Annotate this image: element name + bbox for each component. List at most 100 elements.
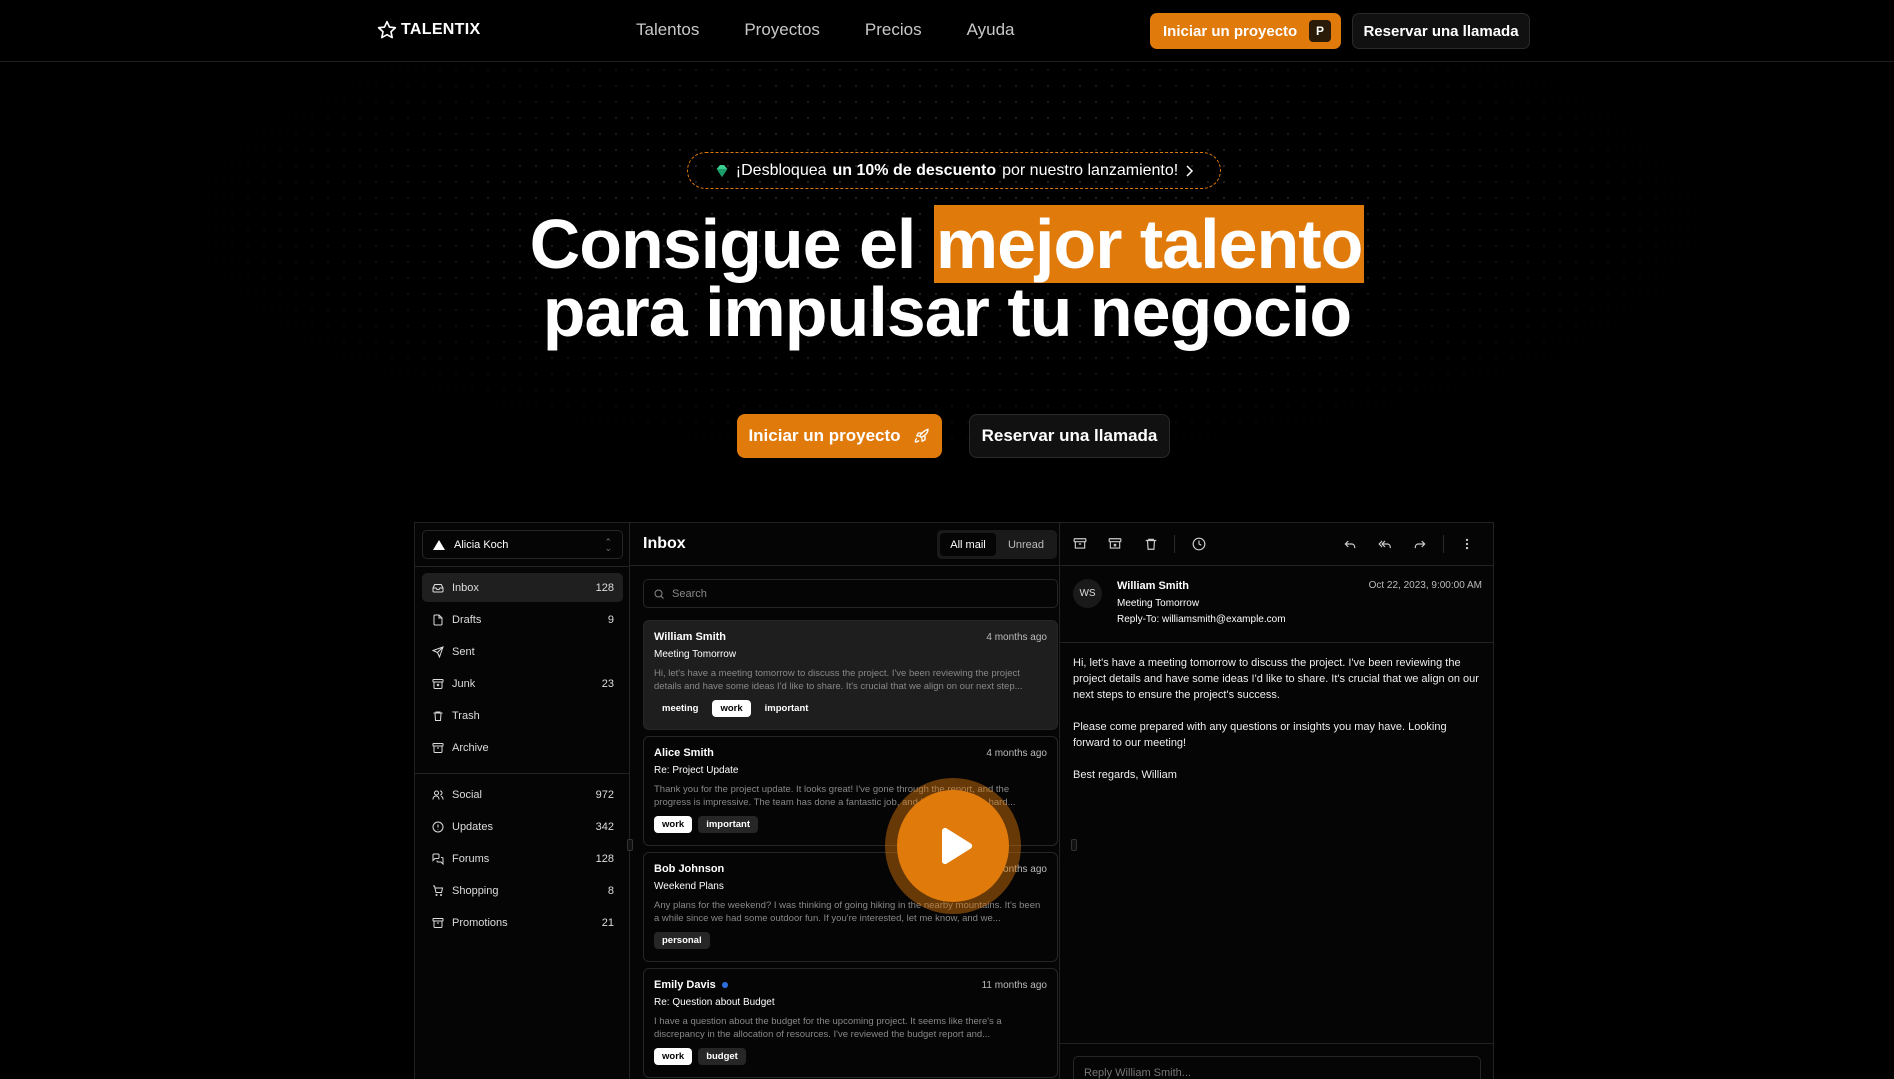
- mail-sender: Bob Johnson: [654, 863, 725, 875]
- start-project-button[interactable]: Iniciar un proyecto P: [1150, 13, 1341, 49]
- tab-unread[interactable]: Unread: [998, 533, 1054, 556]
- category-label: Forums: [452, 852, 490, 865]
- archive-icon: [432, 918, 444, 929]
- folder-count: 128: [595, 581, 614, 594]
- search-input[interactable]: Search: [643, 579, 1058, 608]
- sidebar-item-sent[interactable]: Sent: [422, 637, 623, 666]
- mail-time: 4 months ago: [986, 748, 1047, 759]
- reader-reply-to: Reply-To: williamsmith@example.com: [1117, 614, 1286, 625]
- vercel-logo-icon: [433, 539, 445, 550]
- archive-x-icon: [1108, 538, 1122, 549]
- sidebar-item-shopping[interactable]: Shopping 8: [422, 877, 623, 906]
- sidebar-item-trash[interactable]: Trash: [422, 702, 623, 731]
- divider: [1060, 1043, 1493, 1044]
- cart-icon: [433, 885, 444, 897]
- nav-link-precios[interactable]: Precios: [865, 20, 922, 40]
- reply-all-icon: [1378, 540, 1391, 549]
- start-project-label: Iniciar un proyecto: [1163, 22, 1298, 40]
- category-list: Social 972 Updates 342 Forums 128 Shoppi…: [422, 780, 623, 941]
- reply-button[interactable]: [1343, 537, 1357, 551]
- mail-tag: work: [654, 816, 693, 833]
- mail-snippet: I have a question about the budget for t…: [654, 1016, 1002, 1040]
- sidebar-item-social[interactable]: Social 972: [422, 780, 623, 809]
- hero-title: Consigue el mejor talento para impulsar …: [0, 205, 1894, 351]
- play-video-button[interactable]: [885, 778, 1021, 914]
- mail-tags: personal: [654, 932, 1047, 949]
- category-count: 21: [601, 917, 614, 930]
- folder-count: 23: [601, 678, 614, 691]
- toolbar-divider: [1174, 535, 1175, 553]
- reader-paragraph: Hi, let's have a meeting tomorrow to dis…: [1073, 657, 1479, 701]
- sidebar-item-forums[interactable]: Forums 128: [422, 844, 623, 873]
- mail-subject: Meeting Tomorrow: [654, 649, 737, 660]
- mail-subject: Re: Project Update: [654, 765, 739, 776]
- reader-date: Oct 22, 2023, 9:00:00 AM: [1368, 580, 1482, 591]
- tab-all-mail[interactable]: All mail: [940, 533, 996, 556]
- archive-icon: [1073, 538, 1087, 549]
- mail-snippet: Hi, let's have a meeting tomorrow to dis…: [654, 668, 1023, 692]
- folder-label: Junk: [452, 678, 476, 691]
- book-call-button[interactable]: Reservar una llamada: [1352, 13, 1530, 49]
- reply-icon: [1344, 540, 1356, 549]
- sidebar-item-drafts[interactable]: Drafts 9: [422, 605, 623, 634]
- reader-toolbar: [1060, 523, 1493, 566]
- hero-start-project-button[interactable]: Iniciar un proyecto: [737, 414, 942, 458]
- mail-tag: important: [764, 703, 809, 714]
- mail-sender: Emily Davis: [654, 979, 716, 991]
- hero-title-b: para impulsar tu negocio: [542, 273, 1352, 351]
- trash-icon: [1145, 538, 1157, 550]
- toolbar-divider: [1443, 535, 1444, 553]
- mail-filter-tabs: All mail Unread: [937, 530, 1057, 559]
- rocket-icon: [914, 428, 929, 443]
- nav-links: Talentos Proyectos Precios Ayuda: [636, 20, 1015, 40]
- sidebar-item-archive[interactable]: Archive: [422, 734, 623, 763]
- hero-title-a: Consigue el: [529, 205, 917, 283]
- nav-link-ayuda[interactable]: Ayuda: [967, 20, 1015, 40]
- mail-reader-panel: WS William Smith Meeting Tomorrow Reply-…: [1060, 523, 1493, 1079]
- logo[interactable]: TALENTIX: [377, 20, 480, 40]
- archive-x-icon: [432, 679, 444, 690]
- reader-sender-name: William Smith: [1117, 580, 1190, 592]
- search-icon: [654, 589, 664, 599]
- account-switcher[interactable]: Alicia Koch ⌃ ⌄: [422, 530, 623, 559]
- mail-tag: work: [712, 700, 751, 717]
- reader-body: Hi, let's have a meeting tomorrow to dis…: [1073, 655, 1483, 799]
- snooze-button[interactable]: [1192, 537, 1206, 551]
- category-label: Shopping: [452, 885, 499, 898]
- promo-banner[interactable]: ¡Desbloquea un 10% de descuento por nues…: [687, 152, 1221, 189]
- junk-button[interactable]: [1108, 537, 1122, 551]
- chevrons-up-down-icon: ⌃ ⌄: [604, 537, 612, 553]
- category-count: 128: [595, 852, 614, 865]
- reader-sender-header: WS William Smith Meeting Tomorrow Reply-…: [1060, 566, 1493, 643]
- more-button[interactable]: [1460, 537, 1474, 551]
- promo-text-post: por nuestro lanzamiento!: [1002, 161, 1179, 179]
- archive-button[interactable]: [1073, 537, 1087, 551]
- send-icon: [432, 646, 444, 658]
- sidebar-item-inbox[interactable]: Inbox 128: [422, 573, 623, 602]
- mail-list-item[interactable]: Emily Davis 11 months ago Re: Question a…: [643, 968, 1058, 1078]
- nav-link-talentos[interactable]: Talentos: [636, 20, 699, 40]
- mail-list-item[interactable]: William Smith 4 months ago Meeting Tomor…: [643, 620, 1058, 730]
- delete-button[interactable]: [1144, 537, 1158, 551]
- mail-tag: budget: [698, 1048, 746, 1065]
- category-count: 342: [595, 820, 614, 833]
- sidebar-item-updates[interactable]: Updates 342: [422, 812, 623, 841]
- avatar: WS: [1073, 579, 1102, 608]
- forward-button[interactable]: [1413, 537, 1427, 551]
- mail-tags: meeting work important: [654, 700, 1047, 717]
- hero-book-call-button[interactable]: Reservar una llamada: [969, 414, 1170, 458]
- mail-time: 4 months ago: [986, 632, 1047, 643]
- account-name: Alicia Koch: [454, 538, 509, 551]
- nav-link-proyectos[interactable]: Proyectos: [744, 20, 820, 40]
- reply-all-button[interactable]: [1378, 537, 1392, 551]
- mail-sender: William Smith: [654, 631, 727, 643]
- chevron-right-icon: [1186, 164, 1194, 177]
- hero-title-highlight: mejor talento: [933, 205, 1365, 283]
- sidebar-item-junk[interactable]: Junk 23: [422, 670, 623, 699]
- alert-circle-icon: [432, 821, 444, 833]
- sidebar-item-promotions[interactable]: Promotions 21: [422, 909, 623, 938]
- reader-subject: Meeting Tomorrow: [1117, 598, 1200, 609]
- inbox-icon: [432, 583, 444, 592]
- reply-textarea[interactable]: Reply William Smith...: [1073, 1056, 1481, 1079]
- mail-list-title: Inbox: [643, 535, 686, 552]
